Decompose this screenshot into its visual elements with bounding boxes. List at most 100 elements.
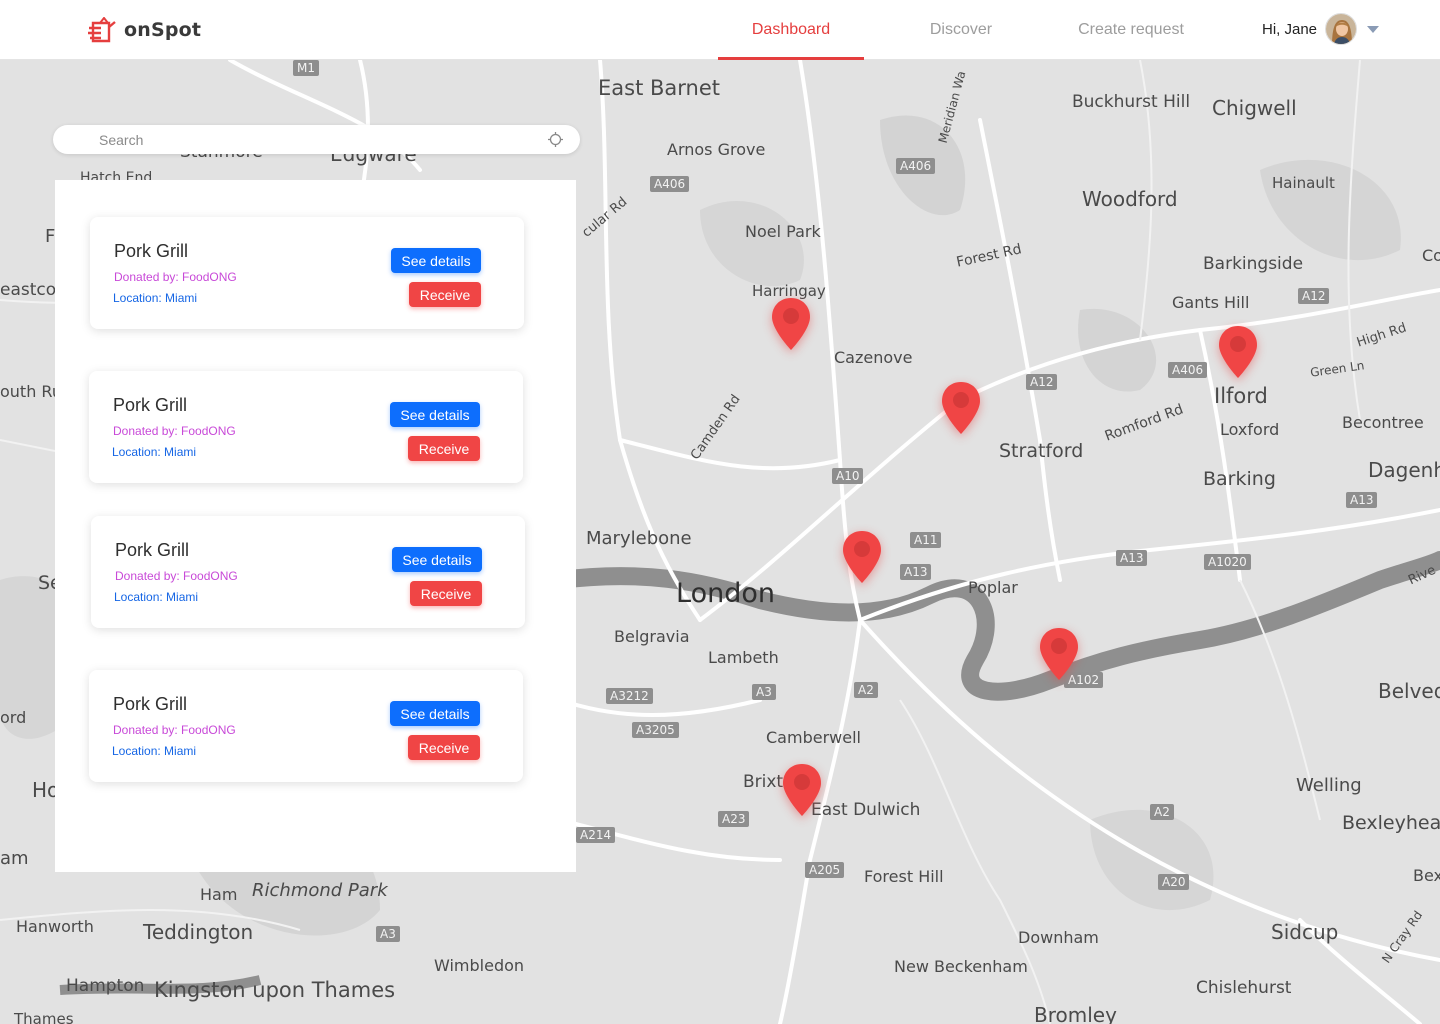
map-label: Wimbledon xyxy=(434,956,525,975)
map-pin-icon[interactable] xyxy=(841,529,883,585)
road-shield: A13 xyxy=(1116,550,1148,566)
avatar-photo-icon xyxy=(1326,14,1357,44)
map-label: Noel Park xyxy=(745,222,821,241)
map-label: Forest Hill xyxy=(864,867,944,886)
see-details-button[interactable]: See details xyxy=(390,701,480,726)
map-label: Hanworth xyxy=(16,917,94,936)
map-label: Thames xyxy=(14,1010,74,1024)
map-pin-icon[interactable] xyxy=(770,296,812,352)
map-label: East Dulwich xyxy=(811,800,921,820)
listing-location: Location: Miami xyxy=(113,291,198,305)
map-label: Belgravia xyxy=(614,627,690,646)
listing-donor: Donated by: FoodONG xyxy=(114,270,237,284)
listing-location: Location: Miami xyxy=(114,590,199,604)
map-pin-icon[interactable] xyxy=(1038,626,1080,682)
delivery-box-icon xyxy=(88,17,116,43)
road-shield: A1020 xyxy=(1204,554,1251,570)
road-shield: A3 xyxy=(376,926,400,942)
map-label: Chislehurst xyxy=(1196,978,1292,998)
brand-logo[interactable]: onSpot xyxy=(88,17,201,43)
see-details-button[interactable]: See details xyxy=(391,248,481,273)
map-pin-icon[interactable] xyxy=(940,380,982,436)
road-shield: A214 xyxy=(576,827,616,843)
map-label: Arnos Grove xyxy=(667,140,766,159)
listing-title: Pork Grill xyxy=(115,540,190,560)
road-shield: A406 xyxy=(896,158,936,174)
map-label: Loxford xyxy=(1220,420,1280,439)
listing-donor: Donated by: FoodONG xyxy=(113,424,236,438)
map-label: Buckhurst Hill xyxy=(1072,92,1191,112)
listing-title: Pork Grill xyxy=(113,395,188,415)
map-label: ord xyxy=(0,708,27,727)
receive-button[interactable]: Receive xyxy=(408,735,480,760)
map-label: Becontree xyxy=(1342,413,1424,432)
map-label: London xyxy=(676,578,775,609)
map-label: Ilford xyxy=(1214,384,1268,408)
map-label: am xyxy=(0,848,29,869)
map-label: Gants Hill xyxy=(1172,293,1250,312)
road-shield: A20 xyxy=(1158,874,1190,890)
nav-tab-discover[interactable]: Discover xyxy=(900,0,1022,60)
map-label: Hainault xyxy=(1272,174,1335,192)
map-pin-icon[interactable] xyxy=(781,762,823,818)
map-label: Barking xyxy=(1203,468,1276,490)
listing-card: Pork Grill Donated by: FoodONG Location:… xyxy=(89,371,523,483)
map-label: Richmond Park xyxy=(252,880,388,901)
road-shield: A3 xyxy=(752,684,776,700)
listing-card: Pork Grill Donated by: FoodONG Location:… xyxy=(90,217,524,329)
road-shield: A3212 xyxy=(606,688,653,704)
road-shield: A3205 xyxy=(632,722,679,738)
map-label: Dagenh xyxy=(1368,458,1440,482)
map-label: Stratford xyxy=(999,440,1084,462)
listing-donor: Donated by: FoodONG xyxy=(113,723,236,737)
brand-name: onSpot xyxy=(124,19,202,41)
map-label: Downham xyxy=(1018,928,1099,947)
map-label: East Barnet xyxy=(598,76,720,100)
listing-title: Pork Grill xyxy=(113,694,188,714)
road-shield: A12 xyxy=(1298,288,1330,304)
map-label: Co xyxy=(1422,246,1440,265)
map-label: Bex xyxy=(1413,866,1440,885)
user-greeting: Hi, Jane xyxy=(1262,20,1318,38)
listing-location: Location: Miami xyxy=(112,445,197,459)
map-label: Chigwell xyxy=(1212,96,1297,120)
listing-donor: Donated by: FoodONG xyxy=(115,569,238,583)
map-label: Ham xyxy=(200,885,238,904)
road-shield: A12 xyxy=(1026,374,1058,390)
user-menu[interactable]: Hi, Jane xyxy=(1262,13,1380,45)
chevron-down-icon[interactable] xyxy=(1367,25,1380,33)
map-label: Hampton xyxy=(66,976,145,996)
road-shield: A205 xyxy=(805,862,845,878)
map-label: Lambeth xyxy=(708,648,779,667)
see-details-button[interactable]: See details xyxy=(392,547,482,572)
receive-button[interactable]: Receive xyxy=(409,282,481,307)
road-shield: A2 xyxy=(854,682,878,698)
road-shield: A406 xyxy=(650,176,690,192)
top-navbar: onSpot Dashboard Discover Create request… xyxy=(0,0,1440,60)
crosshair-icon[interactable] xyxy=(548,132,563,147)
receive-button[interactable]: Receive xyxy=(408,436,480,461)
road-shield: A406 xyxy=(1168,362,1208,378)
listing-card: Pork Grill Donated by: FoodONG Location:… xyxy=(89,670,523,782)
user-avatar[interactable] xyxy=(1325,13,1358,45)
map-pin-icon[interactable] xyxy=(1217,324,1259,380)
nav-tab-dashboard[interactable]: Dashboard xyxy=(718,0,864,60)
receive-button[interactable]: Receive xyxy=(410,581,482,606)
listing-location: Location: Miami xyxy=(112,744,197,758)
road-shield: M1 xyxy=(293,60,319,76)
see-details-button[interactable]: See details xyxy=(390,402,480,427)
listings-panel: Pork Grill Donated by: FoodONG Location:… xyxy=(55,180,576,872)
map-label: outh Ru xyxy=(0,382,62,401)
road-shield: A13 xyxy=(1346,492,1378,508)
map-search-bar[interactable] xyxy=(53,125,580,154)
nav-tab-create-request[interactable]: Create request xyxy=(1062,0,1200,60)
search-input[interactable] xyxy=(99,131,519,148)
map-label: Brixt xyxy=(743,772,784,792)
map-label: Woodford xyxy=(1082,187,1178,211)
road-shield: A10 xyxy=(832,468,864,484)
map-label: eastcot xyxy=(0,280,63,300)
listing-card: Pork Grill Donated by: FoodONG Location:… xyxy=(91,516,525,628)
road-shield: A23 xyxy=(718,811,750,827)
map-label: Bexleyhea xyxy=(1342,812,1440,834)
map-label: Bromley xyxy=(1034,1003,1117,1024)
